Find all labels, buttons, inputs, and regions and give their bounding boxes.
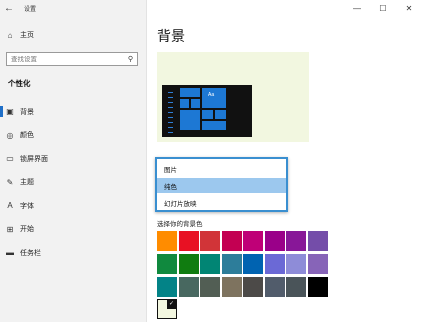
preview-tile [180,88,200,97]
palette-icon: ◎ [6,130,14,140]
color-swatch[interactable] [264,277,285,297]
sidebar-item-label: 字体 [20,202,34,210]
checkmark-icon: ✓ [167,300,176,309]
preview-tile: Aa [202,88,226,108]
sidebar: ← 设置 ⌂ 主页 ⚲ 个性化 ▣ 背景 ◎ 颜色 ▭ 锁屏界面 ✎ 主题 A … [0,0,147,322]
background-type-dropdown[interactable]: 图片 纯色 幻灯片放映 [155,157,288,212]
search-input[interactable] [7,55,117,63]
preview-desktop: Aa [162,85,252,137]
sidebar-item-label: 锁屏界面 [20,155,48,163]
color-swatch[interactable] [178,277,199,297]
sidebar-item-lock-screen[interactable]: ▭ 锁屏界面 [0,147,147,171]
close-button[interactable]: ✕ [396,0,422,16]
color-swatch[interactable] [221,231,242,251]
preview-tiles: Aa [180,88,232,134]
color-swatch[interactable] [286,254,306,274]
color-swatch[interactable] [200,231,220,251]
color-swatch[interactable] [200,277,220,297]
sidebar-item-themes[interactable]: ✎ 主题 [0,171,147,195]
search-icon[interactable]: ⚲ [128,55,133,63]
color-swatch[interactable] [307,254,328,274]
taskbar-icon: ▬ [6,248,14,258]
dropdown-option-picture[interactable]: 图片 [157,161,286,176]
app-title: 设置 [24,6,37,13]
color-swatch[interactable] [178,254,199,274]
sidebar-item-label: 主题 [20,179,34,187]
dropdown-option-solid-color[interactable]: 纯色 [157,178,286,193]
color-swatch[interactable] [286,231,306,251]
title-bar: ← 设置 [0,0,147,16]
preview-tile [202,110,213,119]
color-swatch[interactable] [221,277,242,297]
custom-color-swatch[interactable]: ✓ [157,299,177,319]
color-swatch[interactable] [178,231,199,251]
theme-brush-icon: ✎ [6,177,14,187]
color-swatch[interactable] [307,231,328,251]
color-swatch[interactable] [157,231,177,251]
color-swatch[interactable] [264,231,285,251]
image-icon: ▣ [6,107,14,117]
preview-start-menu [165,88,177,134]
preview-tile [180,99,189,108]
color-swatch[interactable] [264,254,285,274]
color-swatch[interactable] [243,231,263,251]
color-swatch[interactable] [221,254,242,274]
sidebar-item-background[interactable]: ▣ 背景 [0,100,147,124]
preview-tile [202,121,226,130]
dropdown-option-slideshow[interactable]: 幻灯片放映 [157,195,286,210]
color-swatch[interactable] [157,277,177,297]
window-controls: — ☐ ✕ [344,0,422,16]
color-swatch[interactable] [243,277,263,297]
lock-screen-icon: ▭ [6,154,14,164]
nav-list: ▣ 背景 ◎ 颜色 ▭ 锁屏界面 ✎ 主题 A 字体 ⊞ 开始 ▬ 任务栏 [0,100,147,265]
font-icon: A [7,201,13,211]
sidebar-item-label: 颜色 [20,132,34,140]
sidebar-item-label: 开始 [20,226,34,234]
sidebar-item-label: 任务栏 [20,249,41,257]
color-swatch[interactable] [157,254,177,274]
sidebar-item-fonts[interactable]: A 字体 [0,194,147,218]
preview-tile-label: Aa [208,92,215,98]
start-icon: ⊞ [6,224,14,234]
search-box: ⚲ [6,52,138,66]
preview-tile [191,99,200,108]
maximize-button[interactable]: ☐ [370,0,396,16]
page-title: 背景 [157,28,185,44]
color-swatch[interactable] [286,277,306,297]
color-swatch[interactable] [200,254,220,274]
sidebar-item-label: 背景 [20,108,34,116]
color-swatch[interactable] [307,277,328,297]
section-title: 个性化 [8,79,31,88]
nav-home[interactable]: ⌂ 主页 [0,28,147,42]
home-icon: ⌂ [7,30,13,40]
background-preview: Aa [157,52,309,142]
main-content: — ☐ ✕ 背景 Aa 图片 纯色 幻灯片放映 选择你的背景色 ✓ [147,0,422,322]
preview-tile [215,110,226,119]
nav-home-label: 主页 [20,32,34,39]
back-button[interactable]: ← [0,0,18,16]
sidebar-item-taskbar[interactable]: ▬ 任务栏 [0,241,147,265]
color-picker-label: 选择你的背景色 [157,221,203,228]
preview-tile [180,110,200,130]
minimize-button[interactable]: — [344,0,370,16]
sidebar-item-colors[interactable]: ◎ 颜色 [0,124,147,148]
sidebar-item-start[interactable]: ⊞ 开始 [0,218,147,242]
color-swatch[interactable] [243,254,263,274]
